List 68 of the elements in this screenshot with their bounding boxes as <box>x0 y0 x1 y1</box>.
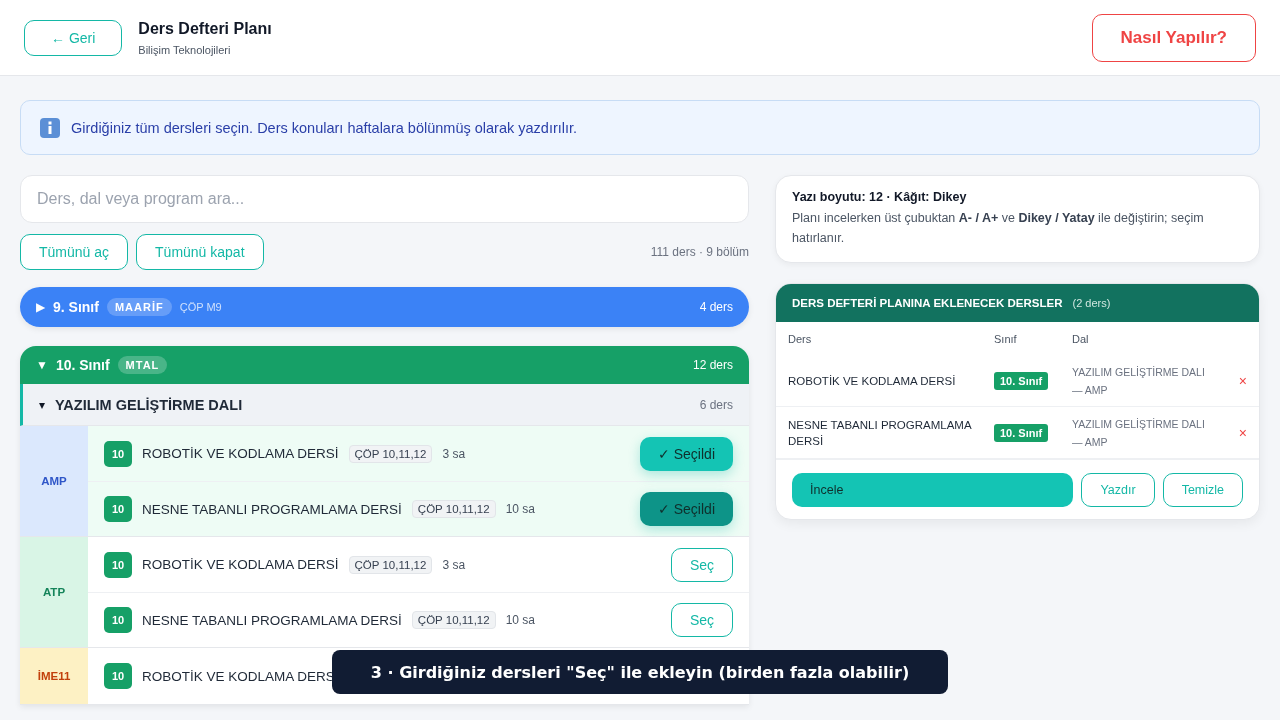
grade-header[interactable]: ▶ 9. Sınıf MAARİF ÇÖP M9 4 ders <box>20 287 749 327</box>
selected-button[interactable]: ✓ Seçildi <box>639 492 733 526</box>
back-button[interactable]: ← Geri <box>24 19 123 56</box>
remove-button[interactable]: × <box>1238 373 1247 389</box>
review-button[interactable]: İncele <box>792 473 1074 507</box>
collapse-all-button[interactable]: Tümünü kapat <box>136 234 264 270</box>
search-field[interactable]: Ders, dal veya program ara... <box>20 175 749 223</box>
program-chip: ÇÖP 10,11,12 <box>411 611 496 629</box>
course-hours: 10 sa <box>505 613 535 627</box>
grade-badge: 10 <box>104 440 132 467</box>
caret-icon: ▶ <box>36 300 45 314</box>
column-header: Sınıf <box>994 333 1018 345</box>
course-count: 6 ders <box>699 397 733 412</box>
program-chip: ÇÖP 10,11,12 <box>348 444 433 463</box>
caret-icon: ▼ <box>36 358 48 372</box>
branch-header[interactable]: ▾ YAZILIM GELİŞTİRME DALI 6 ders <box>20 384 749 426</box>
curriculum-tag: MTAL <box>117 356 168 374</box>
course-hours: 10 sa <box>505 502 535 516</box>
program-label: ÇÖP M9 <box>179 301 222 313</box>
group-label: ATP <box>20 537 88 647</box>
settings-text: Planı incelerken üst çubuktan A- / A+ ve Dikey / Yatay ile değiştirin; seçim hatırlanır. <box>792 210 1205 247</box>
page-subtitle: Bilişim Teknolojileri <box>138 43 232 56</box>
course-name: ROBOTİK VE KODLAMA DERSİ <box>142 446 339 461</box>
branch-name: YAZILIM GELİŞTİRME DALI — AMP <box>1072 365 1206 398</box>
clear-button[interactable]: Temizle <box>1162 473 1243 507</box>
program-chip: ÇÖP 10,11,12 <box>348 555 433 574</box>
grade-badge: 10. Sınıf <box>994 423 1049 442</box>
branch-name: YAZILIM GELİŞTİRME DALI <box>55 396 243 413</box>
grade-badge: 10 <box>104 663 132 689</box>
list-summary: 111 ders · 9 bölüm <box>650 245 749 259</box>
info-icon <box>39 116 61 139</box>
plan-count: (2 ders) <box>1072 297 1111 309</box>
course-name: ROBOTİK VE KODLAMA DERSİ <box>142 557 339 572</box>
grade-label: 10. Sınıf <box>55 357 110 373</box>
select-button[interactable]: Seç <box>670 603 733 637</box>
course-count: 12 ders <box>692 358 733 372</box>
grade-header[interactable]: ▼ 10. Sınıf MTAL 12 ders <box>20 346 749 384</box>
course-name: ROBOTİK VE KODLAMA DERSİ <box>788 374 957 389</box>
settings-title: Yazı boyutu: 12 · Kâğıt: Dikey <box>792 190 968 204</box>
grade-badge: 10 <box>104 496 132 522</box>
page-title: Ders Defteri Planı <box>138 19 273 38</box>
grade-badge: 10 <box>104 607 132 633</box>
remove-button[interactable]: × <box>1238 424 1247 441</box>
course-hours: 3 sa <box>442 446 466 461</box>
course-hours: 3 sa <box>442 557 466 572</box>
caret-icon: ▾ <box>39 397 45 412</box>
curriculum-tag: MAARİF <box>106 298 172 316</box>
grade-badge: 10. Sınıf <box>994 372 1049 390</box>
selected-button[interactable]: ✓ Seçildi <box>639 436 733 471</box>
course-name: NESNE TABANLI PROGRAMLAMA DERSİ <box>788 417 973 449</box>
info-text: Girdiğiniz tüm dersleri seçin. Ders konuları haftalara bölünmüş olarak yazdırılır. <box>71 119 578 136</box>
column-header: Dal <box>1072 333 1090 345</box>
program-chip: ÇÖP 10,11,12 <box>411 500 496 518</box>
print-button[interactable]: Yazdır <box>1081 473 1155 507</box>
hint-toast: 3 · Girdiğiniz dersleri "Seç" ile ekleyin (birden fazla olabilir) <box>332 650 948 694</box>
group-label: İME11 <box>20 648 88 704</box>
course-count: 4 ders <box>699 300 733 314</box>
plan-title: DERS DEFTERİ PLANINA EKLENECEK DERSLER <box>792 297 1063 309</box>
grade-label: 9. Sınıf <box>53 299 99 315</box>
group-label: AMP <box>20 426 88 536</box>
expand-all-button[interactable]: Tümünü aç <box>20 234 129 270</box>
help-button[interactable]: Nasıl Yapılır? <box>1091 13 1256 62</box>
course-name: NESNE TABANLI PROGRAMLAMA DERSİ <box>142 612 402 628</box>
branch-name: YAZILIM GELİŞTİRME DALI — AMP <box>1072 416 1206 450</box>
course-name: NESNE TABANLI PROGRAMLAMA DERSİ <box>142 501 402 517</box>
select-button[interactable]: Seç <box>670 547 733 582</box>
grade-badge: 10 <box>104 551 132 578</box>
column-header: Ders <box>788 333 813 345</box>
